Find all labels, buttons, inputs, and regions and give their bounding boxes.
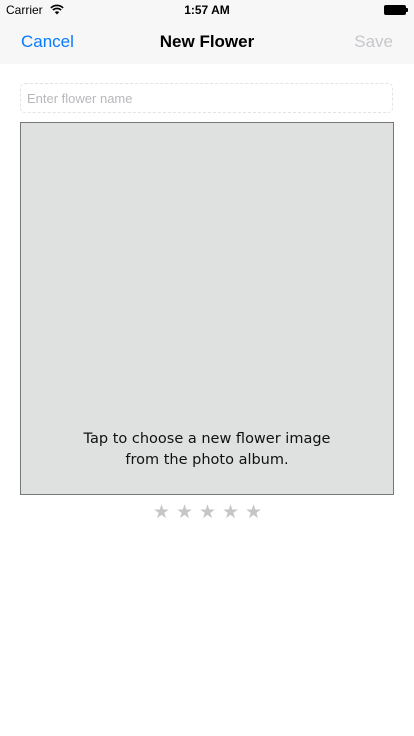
star-icon[interactable]: ★	[173, 501, 196, 523]
star-icon[interactable]: ★	[150, 501, 173, 523]
flower-name-field[interactable]	[20, 83, 393, 113]
page-title: New Flower	[159, 32, 255, 51]
navigation-bar: Cancel New Flower Save	[0, 20, 414, 64]
star-icon[interactable]: ★	[219, 501, 242, 523]
star-icon[interactable]: ★	[196, 501, 219, 523]
rating-control[interactable]: ★ ★ ★ ★ ★	[150, 501, 265, 523]
save-button[interactable]: Save	[354, 31, 393, 53]
star-icon[interactable]: ★	[242, 501, 265, 523]
clock: 1:57 AM	[184, 3, 230, 17]
photo-caption: Tap to choose a new flower image from the…	[83, 431, 331, 468]
flower-photo-picker[interactable]: Tap to choose a new flower image from the…	[20, 122, 394, 495]
battery-icon	[384, 5, 408, 15]
status-bar: Carrier 1:57 AM	[0, 0, 414, 20]
